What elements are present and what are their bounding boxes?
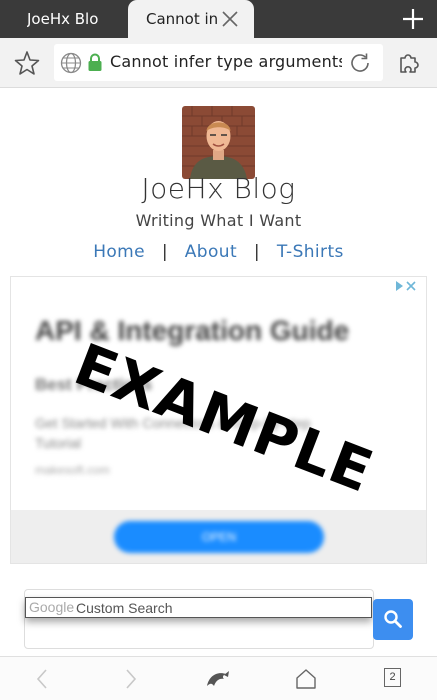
close-icon[interactable] bbox=[222, 11, 238, 27]
address-bar[interactable]: Cannot infer type arguments ... bbox=[54, 44, 383, 81]
lock-icon bbox=[88, 53, 102, 71]
bookmark-star-icon[interactable] bbox=[14, 50, 40, 76]
url-text[interactable]: Cannot infer type arguments ... bbox=[110, 52, 342, 71]
ad-footer: OPEN bbox=[11, 510, 426, 563]
extensions-icon[interactable] bbox=[396, 49, 422, 75]
ad-domain: makesoft.com bbox=[35, 463, 110, 477]
new-tab-icon[interactable] bbox=[401, 7, 425, 31]
home-icon[interactable] bbox=[293, 666, 319, 692]
reload-icon[interactable] bbox=[348, 51, 372, 75]
site-navigation: Home | About | T-Shirts bbox=[0, 242, 437, 262]
tab-joehx-blog[interactable]: JoeHx Blo bbox=[0, 0, 128, 38]
nav-home-link[interactable]: Home bbox=[93, 242, 145, 262]
tab-count-icon[interactable]: 2 bbox=[384, 668, 401, 687]
search-box[interactable]: Google bbox=[25, 597, 372, 618]
search-button[interactable] bbox=[373, 599, 413, 640]
tab-label: Cannot in bbox=[146, 10, 218, 28]
tab-cannot-infer[interactable]: Cannot in bbox=[128, 0, 254, 38]
search-icon bbox=[384, 610, 402, 628]
blog-avatar bbox=[182, 106, 255, 179]
nav-tshirts-link[interactable]: T-Shirts bbox=[277, 242, 344, 262]
tab-label: JoeHx Blo bbox=[27, 10, 99, 28]
tab-strip: JoeHx Blo Cannot in bbox=[0, 0, 437, 38]
dolphin-home-icon[interactable] bbox=[204, 666, 232, 692]
nav-separator: | bbox=[161, 242, 168, 262]
browser-toolbar: Cannot infer type arguments ... bbox=[0, 38, 437, 88]
back-icon[interactable] bbox=[30, 666, 56, 692]
google-logo: Google bbox=[29, 599, 75, 615]
nav-separator: | bbox=[253, 242, 260, 262]
blog-title[interactable]: JoeHx Blog bbox=[0, 172, 437, 205]
adchoices-icon[interactable] bbox=[394, 280, 418, 292]
blog-tagline: Writing What I Want bbox=[135, 211, 302, 230]
globe-icon bbox=[60, 52, 82, 74]
nav-about-link[interactable]: About bbox=[185, 242, 237, 262]
search-input[interactable] bbox=[76, 598, 366, 617]
ad-open-button[interactable]: OPEN bbox=[114, 521, 324, 553]
forward-icon[interactable] bbox=[117, 666, 143, 692]
